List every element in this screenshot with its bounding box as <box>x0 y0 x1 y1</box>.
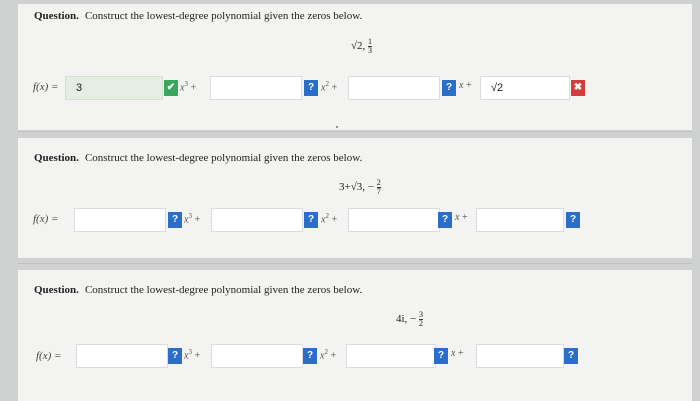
coef-x2-input[interactable] <box>211 208 303 232</box>
question-label: Question. <box>34 284 79 296</box>
term-x2: x2 + <box>321 80 338 94</box>
function-label: f(x) = <box>36 350 62 362</box>
question-text: Construct the lowest-degree polynomial g… <box>84 10 363 22</box>
coef-x2-input[interactable] <box>211 344 303 368</box>
question-label: Question. <box>34 152 79 164</box>
correct-check-icon: ✔ <box>164 80 178 96</box>
section-divider <box>18 131 692 132</box>
unanswered-question-icon: ? <box>566 212 580 228</box>
constant-input[interactable] <box>476 208 564 232</box>
unanswered-question-icon: ? <box>442 80 456 96</box>
term-x3: x3 + <box>180 80 197 94</box>
unanswered-question-icon: ? <box>303 348 317 364</box>
zeros-display: 4i, − 32 <box>396 310 424 328</box>
unanswered-question-icon: ? <box>438 212 452 228</box>
question-card-2: Question. Construct the lowest-degree pol… <box>18 138 692 258</box>
zeros-display: √2, 13 <box>351 37 373 55</box>
zero-fraction: 32 <box>419 310 424 328</box>
unanswered-question-icon: ? <box>304 212 318 228</box>
coef-x3-input[interactable] <box>76 344 168 368</box>
unanswered-question-icon: ? <box>434 348 448 364</box>
unanswered-question-icon: ? <box>304 80 318 96</box>
question-card-1: Question. Construct the lowest-degree pol… <box>18 4 692 130</box>
question-text: Construct the lowest-degree polynomial g… <box>84 152 363 164</box>
coef-x3-input[interactable] <box>74 208 166 232</box>
zeros-display: 3+√3, − 27 <box>339 179 381 196</box>
zeros-main: √2, <box>351 40 366 53</box>
term-x: x + <box>455 212 468 223</box>
zero-fraction: 13 <box>368 37 373 55</box>
incorrect-x-icon: ✖ <box>571 80 585 96</box>
question-heading: Question. Construct the lowest-degree pol… <box>34 10 362 22</box>
unanswered-question-icon: ? <box>168 212 182 228</box>
zero-fraction: 27 <box>376 178 381 196</box>
coef-x-input[interactable] <box>348 208 440 232</box>
constant-input[interactable]: √2 <box>480 76 570 100</box>
coef-x-input[interactable] <box>348 76 440 100</box>
term-x2: x2 + <box>320 348 337 362</box>
constant-input[interactable] <box>476 344 564 368</box>
section-divider <box>18 263 692 264</box>
zeros-main: 4i, − <box>396 313 417 326</box>
term-x2: x2 + <box>321 212 338 226</box>
term-x: x + <box>459 80 472 91</box>
question-heading: Question. Construct the lowest-degree pol… <box>34 284 362 296</box>
unanswered-question-icon: ? <box>168 348 182 364</box>
zeros-main: 3+√3, − <box>339 181 374 194</box>
stray-dot <box>336 126 338 128</box>
coef-x3-input[interactable]: 3 <box>65 76 163 100</box>
question-heading: Question. Construct the lowest-degree pol… <box>34 152 362 164</box>
question-card-3: Question. Construct the lowest-degree pol… <box>18 270 692 401</box>
function-label: f(x) = <box>33 213 59 225</box>
term-x3: x3 + <box>184 212 201 226</box>
unanswered-question-icon: ? <box>564 348 578 364</box>
question-text: Construct the lowest-degree polynomial g… <box>84 284 363 296</box>
term-x: x + <box>451 348 464 359</box>
coef-x-input[interactable] <box>346 344 436 368</box>
term-x3: x3 + <box>184 348 201 362</box>
coef-x2-input[interactable] <box>210 76 302 100</box>
question-label: Question. <box>34 10 79 22</box>
function-label: f(x) = <box>33 81 59 93</box>
